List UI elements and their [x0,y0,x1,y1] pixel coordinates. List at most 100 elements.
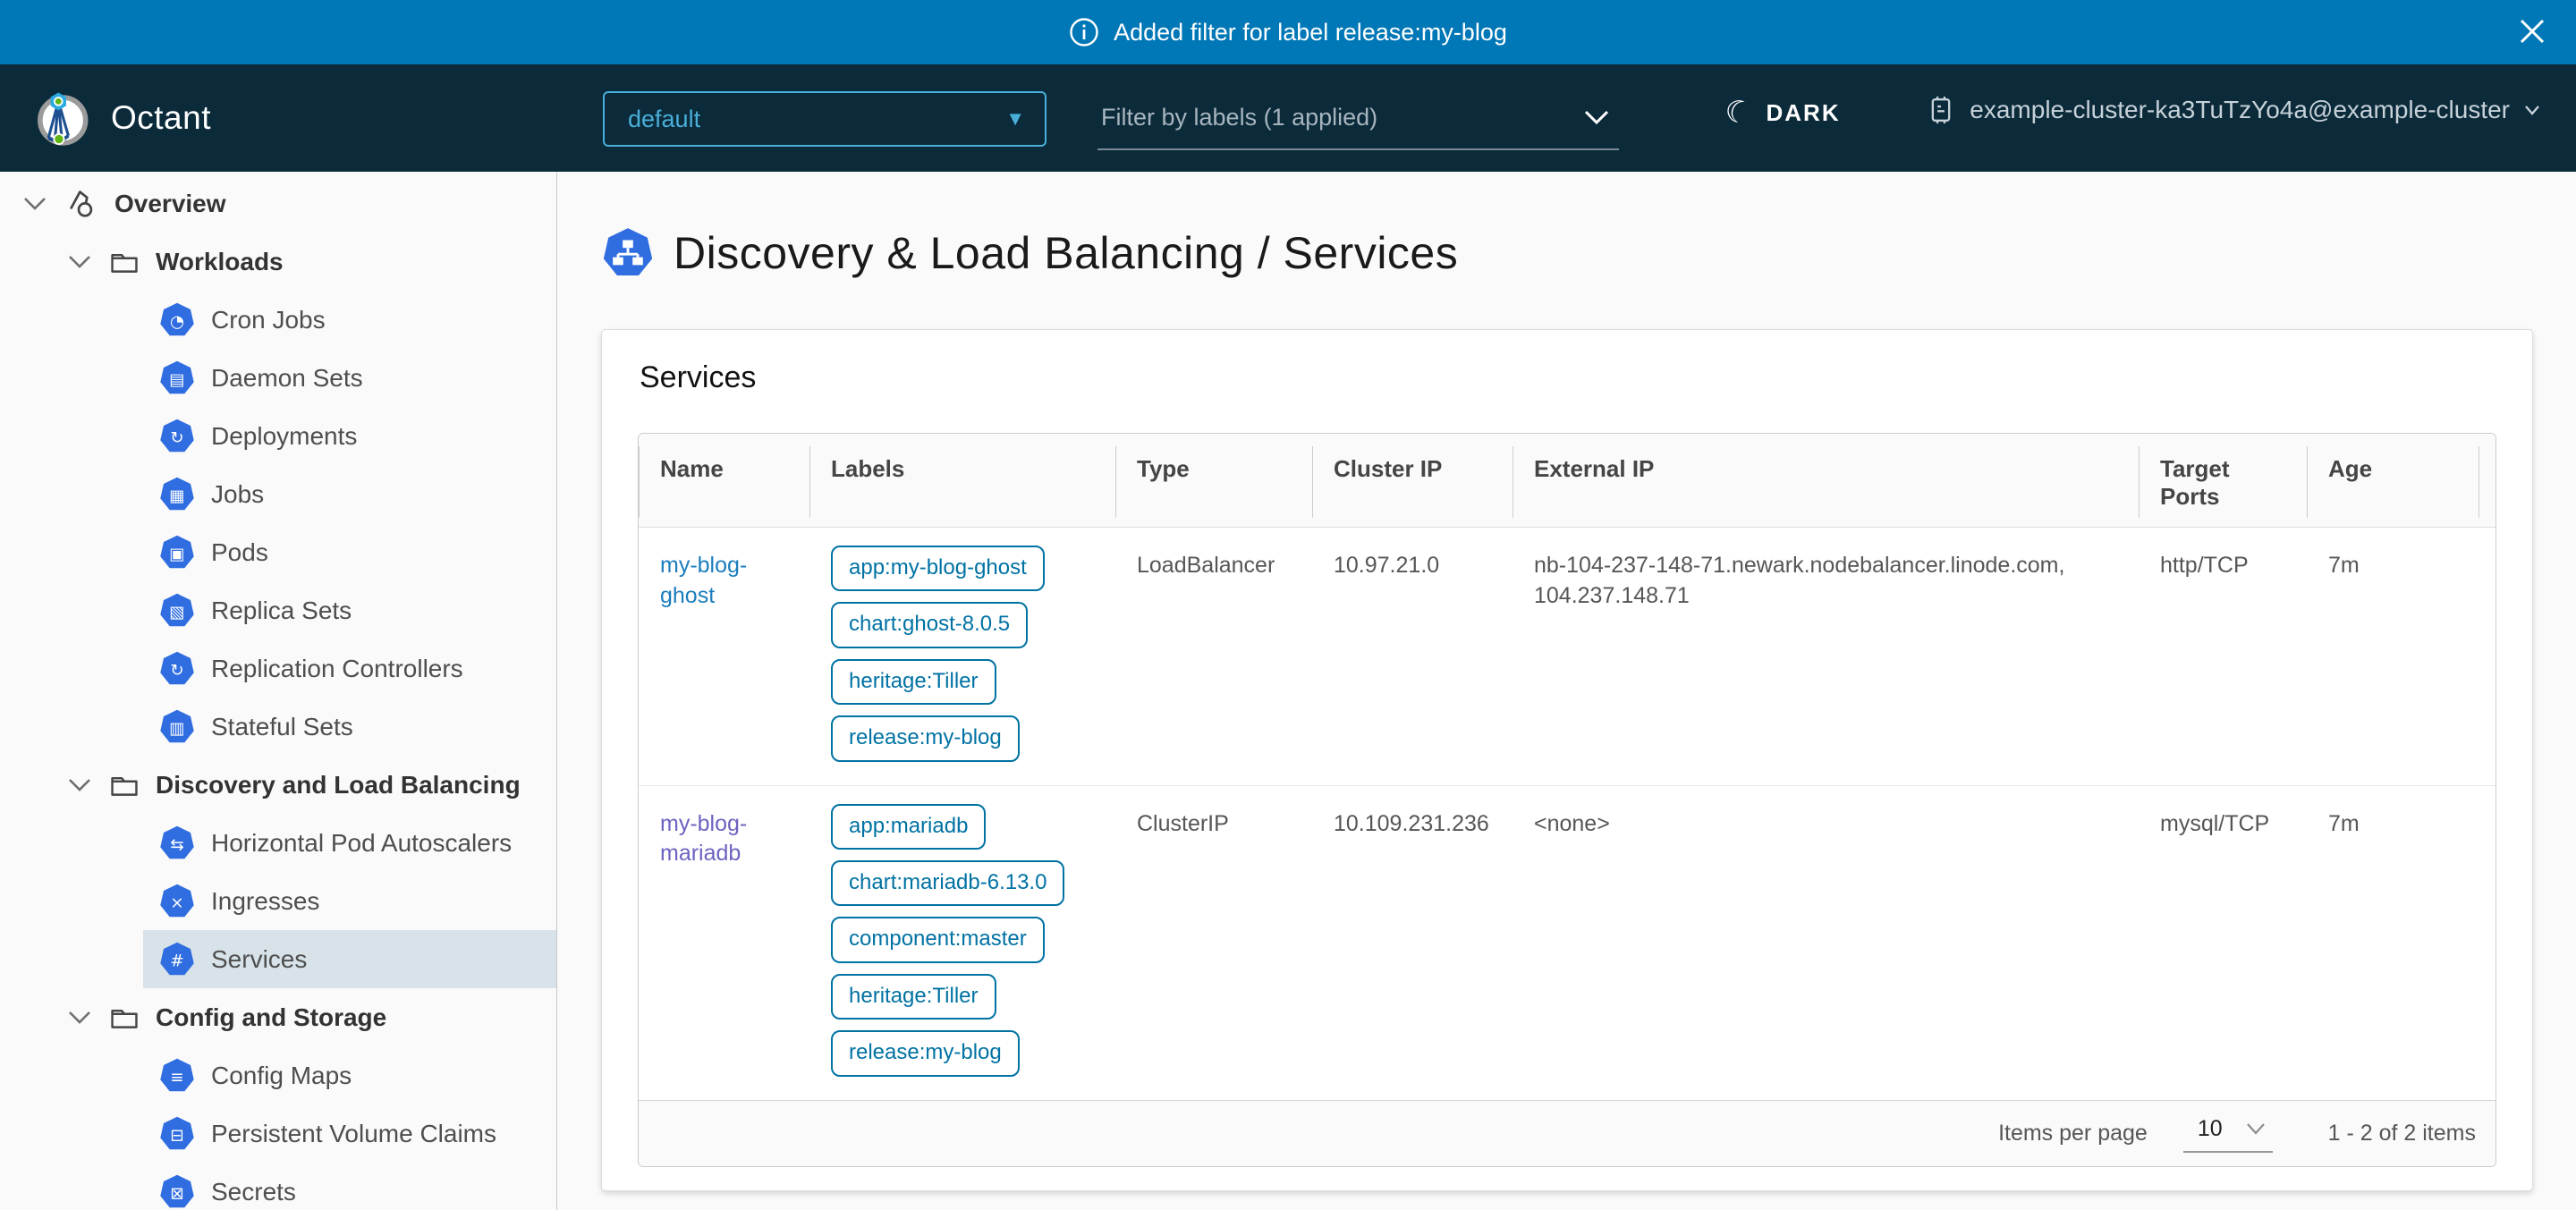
app-header: Octant default ▼ Filter by labels (1 app… [0,64,2576,172]
banner-message: Added filter for label release:my-blog [1114,19,1507,47]
moon-icon: ☾ [1720,91,1758,134]
sidebar-item[interactable]: ▦ Jobs [143,465,556,523]
table-header-row: NameLabelsTypeCluster IPExternal IPTarge… [639,434,2496,527]
service-name-link[interactable]: my-blog-mariadb [660,811,747,867]
table-body: my-blog-ghost app:my-blog-ghost chart:gho… [639,527,2496,1100]
svg-text:▦: ▦ [169,487,184,505]
items-per-page-label: Items per page [1998,1121,2148,1147]
label-badge[interactable]: app:mariadb [831,804,986,850]
page-size-value: 10 [2198,1116,2223,1142]
sidebar: Overview Workloads ◔ Cron Jobs [0,172,557,1210]
card-title: Services [640,360,2496,395]
label-badge[interactable]: component:master [831,917,1045,962]
target-ports-cell: mysql/TCP [2139,786,2307,1100]
svg-text:▤: ▤ [169,370,184,389]
brand: Octant [34,64,211,172]
sidebar-item-label: Config Maps [211,1062,352,1090]
folder-icon [109,1003,140,1033]
label-badge[interactable]: heritage:Tiller [831,659,996,705]
namespace-dropdown[interactable]: default ▼ [603,91,1046,147]
type-cell: ClusterIP [1115,786,1312,1100]
chevron-down-icon [2524,105,2540,115]
sidebar-item-label: Jobs [211,480,264,509]
sidebar-item[interactable]: ⊟ Persistent Volume Claims [143,1104,556,1163]
label-badge[interactable]: chart:mariadb-6.13.0 [831,860,1064,906]
svg-text:▥: ▥ [169,719,184,738]
namespace-value: default [628,106,700,133]
sidebar-item[interactable]: ▤ Daemon Sets [143,349,556,407]
label-filter-text: Filter by labels (1 applied) [1101,104,1377,131]
label-badge[interactable]: release:my-blog [831,715,1020,761]
page-size-select[interactable]: 10 [2183,1114,2273,1153]
sidebar-group[interactable]: Workloads [0,233,556,291]
sidebar-item[interactable]: ⊠ Secrets [143,1163,556,1210]
label-badge[interactable]: release:my-blog [831,1030,1020,1076]
main-content: Discovery & Load Balancing / Services Se… [557,172,2576,1210]
sidebar-item-label: Replica Sets [211,597,352,625]
chevron-down-icon [1583,109,1610,125]
svg-text:⊠: ⊠ [170,1184,183,1203]
kubernetes-resource-icon: ▧ [159,593,195,629]
sidebar-item[interactable]: ↻ Deployments [143,407,556,465]
sidebar-item-label: Daemon Sets [211,364,363,393]
sidebar-item[interactable]: ⇆ Horizontal Pod Autoscalers [143,814,556,872]
label-badge[interactable]: chart:ghost-8.0.5 [831,602,1028,647]
table-row: my-blog-mariadb app:mariadb chart:mariadb… [639,785,2496,1100]
labels-cell: app:my-blog-ghost chart:ghost-8.0.5 herita… [809,528,1115,785]
svg-text:▧: ▧ [169,603,184,622]
sidebar-item-label: Services [211,945,307,974]
kubernetes-resource-icon: ◔ [159,302,195,338]
sidebar-item[interactable]: ↻ Replication Controllers [143,639,556,698]
labels-cell: app:mariadb chart:mariadb-6.13.0 component… [809,786,1115,1100]
sidebar-item[interactable]: × Ingresses [143,872,556,930]
sidebar-item-label: Ingresses [211,887,319,916]
column-header: Type [1115,434,1312,527]
sidebar-item-label: Cron Jobs [211,306,326,334]
chevron-down-icon[interactable] [66,1010,93,1026]
chevron-down-icon[interactable] [66,254,93,270]
sidebar-item[interactable]: # Services [143,930,556,988]
caret-down-icon: ▼ [1005,107,1025,131]
kubernetes-resource-icon: ⊠ [159,1174,195,1210]
cluster-ip-cell: 10.97.21.0 [1312,528,1513,785]
applications-icon [64,187,98,221]
chevron-down-icon[interactable] [21,196,48,212]
service-icon [602,227,654,279]
folder-icon [109,247,140,277]
cluster-icon [1927,95,1955,125]
sidebar-item-label: Overview [114,190,226,218]
close-icon[interactable] [2513,13,2551,50]
theme-toggle-button[interactable]: ☾ DARK [1724,95,1841,131]
chevron-down-icon [2246,1122,2266,1135]
sidebar-group[interactable]: Config and Storage [0,988,556,1046]
external-ip-cell: <none> [1513,786,2139,1100]
svg-text:#: # [170,952,183,970]
age-cell: 7m [2307,786,2496,1100]
sidebar-item[interactable]: ▣ Pods [143,523,556,581]
kubernetes-resource-icon: ▥ [159,709,195,745]
type-cell: LoadBalancer [1115,528,1312,785]
sidebar-item-label: Pods [211,538,268,567]
sidebar-item[interactable]: ▧ Replica Sets [143,581,556,639]
sidebar-item-overview[interactable]: Overview [0,174,556,233]
theme-toggle-label: DARK [1766,99,1840,127]
label-badge[interactable]: app:my-blog-ghost [831,546,1045,591]
octant-logo [34,90,89,146]
chevron-down-icon[interactable] [66,777,93,793]
sidebar-item[interactable]: ▥ Stateful Sets [143,698,556,756]
label-filter-dropdown[interactable]: Filter by labels (1 applied) [1097,91,1619,150]
name-cell: my-blog-mariadb [639,786,809,1100]
svg-text:▣: ▣ [169,545,184,563]
cluster-context-selector[interactable]: example-cluster-ka3TuTzYo4a@example-clus… [1927,95,2540,125]
sidebar-group[interactable]: Discovery and Load Balancing [0,756,556,814]
svg-text:⇆: ⇆ [170,835,183,854]
sidebar-group-label: Config and Storage [156,1003,386,1032]
service-name-link[interactable]: my-blog-ghost [660,553,747,608]
sidebar-item[interactable]: ◔ Cron Jobs [143,291,556,349]
app-title: Octant [111,99,211,137]
page-title: Discovery & Load Balancing / Services [674,227,1458,279]
label-badge[interactable]: heritage:Tiller [831,974,996,1020]
cluster-ip-cell: 10.109.231.236 [1312,786,1513,1100]
sidebar-item[interactable]: ≡ Config Maps [143,1046,556,1104]
sidebar-item-label: Persistent Volume Claims [211,1120,496,1148]
